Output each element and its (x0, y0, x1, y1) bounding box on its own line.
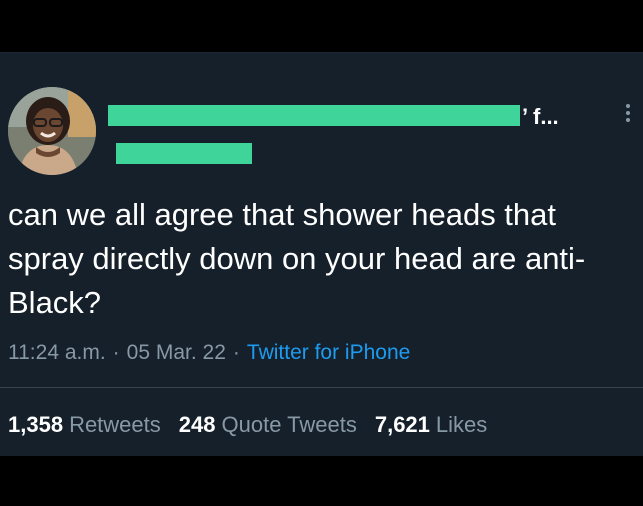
likes-stat[interactable]: 7,621 Likes (375, 411, 487, 439)
tweet-source-link[interactable]: Twitter for iPhone (247, 341, 410, 364)
author-name[interactable]: ’ f... (108, 103, 578, 131)
tweet-card: ’ f... can we all agree that shower head… (0, 52, 643, 457)
meta-separator: · (232, 341, 240, 364)
screenshot-frame: ’ f... can we all agree that shower head… (0, 0, 643, 506)
more-vertical-icon[interactable] (622, 101, 634, 129)
quote-tweets-label: Quote Tweets (221, 412, 357, 437)
retweets-label: Retweets (69, 412, 161, 437)
retweets-stat[interactable]: 1,358 Retweets (8, 411, 161, 439)
top-black-bar (0, 0, 643, 52)
tweet-date[interactable]: 05 Mar. 22 (127, 341, 226, 364)
avatar-photo (8, 87, 96, 175)
redacted-author-handle (116, 143, 252, 164)
meta-separator: · (112, 341, 120, 364)
tweet-text: can we all agree that shower heads that … (8, 197, 586, 320)
retweets-count: 1,358 (8, 412, 64, 437)
tweet-stats: 1,358 Retweets 248 Quote Tweets 7,621 Likes (8, 411, 505, 439)
divider (0, 387, 643, 388)
likes-label: Likes (435, 412, 488, 437)
redacted-author-name (108, 105, 520, 126)
bottom-black-bar (0, 456, 643, 506)
likes-count: 7,621 (374, 412, 430, 437)
tweet-metadata: 11:24 a.m. · 05 Mar. 22 · Twitter for iPhone (8, 339, 410, 367)
quote-tweets-stat[interactable]: 248 Quote Tweets (179, 411, 357, 439)
author-name-suffix: ’ f... (522, 104, 559, 129)
avatar[interactable] (8, 87, 96, 175)
quote-tweets-count: 248 (178, 412, 216, 437)
tweet-time[interactable]: 11:24 a.m. (8, 341, 106, 364)
